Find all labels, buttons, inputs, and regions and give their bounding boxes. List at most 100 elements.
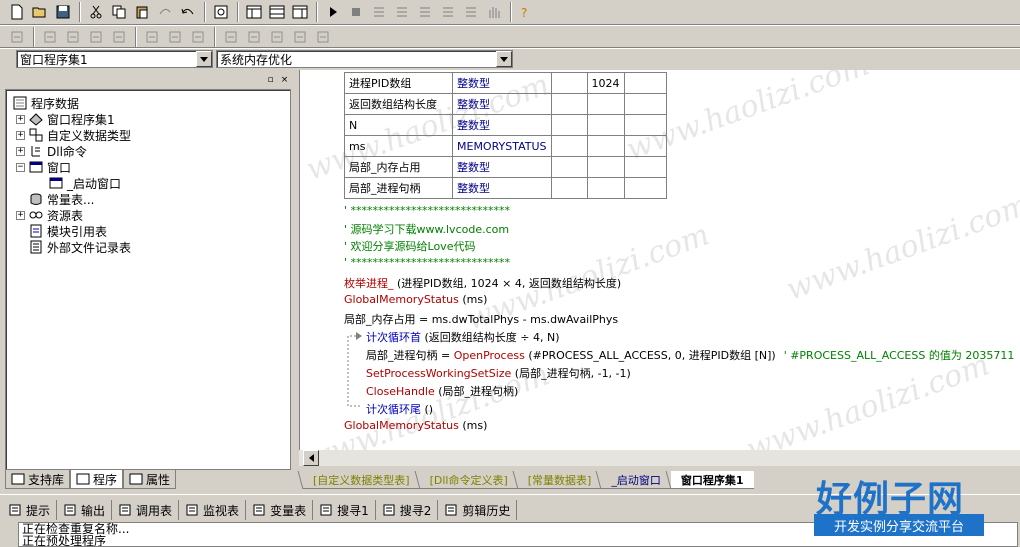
- code-line[interactable]: 局部_内存占用 = ms.dwTotalPhys - ms.dwAvailPhy…: [344, 311, 618, 327]
- var-cell[interactable]: 返回数组结构长度: [344, 93, 453, 115]
- var-row[interactable]: 进程PID数组 整数型 1024: [344, 72, 667, 94]
- var-cell[interactable]: 整数型: [452, 72, 552, 94]
- same-height-icon[interactable]: [187, 26, 209, 48]
- close-icon[interactable]: ×: [279, 75, 290, 86]
- code-comment[interactable]: ' 源码学习下载www.lvcode.com: [344, 221, 509, 237]
- expand-icon[interactable]: +: [16, 130, 25, 140]
- code-comment[interactable]: ' *****************************: [344, 256, 510, 269]
- var-cell[interactable]: MEMORYSTATUS: [452, 135, 552, 157]
- var-cell[interactable]: [586, 114, 625, 136]
- bottom-tab[interactable]: 输出: [57, 500, 113, 520]
- expand-icon[interactable]: +: [16, 210, 25, 220]
- var-cell[interactable]: [623, 93, 667, 115]
- local-var-table[interactable]: 进程PID数组 整数型 1024 返回数组结构长度 整数型 N 整数型 ms MEMORYSTA…: [344, 72, 667, 199]
- center-v-icon[interactable]: [266, 26, 288, 48]
- find-icon[interactable]: [210, 1, 232, 23]
- code-line[interactable]: CloseHandle (局部_进程句柄): [366, 383, 518, 399]
- var-cell[interactable]: [623, 156, 667, 178]
- tree-item[interactable]: _启动窗口: [48, 175, 121, 191]
- expand-icon[interactable]: +: [16, 114, 25, 124]
- same-width-icon[interactable]: [164, 26, 186, 48]
- var-cell[interactable]: [586, 177, 625, 199]
- code-line[interactable]: 枚举进程_ (进程PID数组, 1024 × 4, 返回数组结构长度): [344, 275, 621, 291]
- same-size-icon[interactable]: [220, 26, 242, 48]
- watch-icon[interactable]: [460, 1, 482, 23]
- var-cell[interactable]: [623, 135, 667, 157]
- layout2-icon[interactable]: [266, 1, 288, 23]
- center-h-icon[interactable]: [243, 26, 265, 48]
- var-cell[interactable]: N: [344, 114, 453, 136]
- tree-item[interactable]: + 资源表: [16, 207, 83, 223]
- var-row[interactable]: 局部_内存占用 整数型: [344, 156, 667, 178]
- var-cell[interactable]: [550, 177, 588, 199]
- var-row[interactable]: 局部_进程句柄 整数型: [344, 177, 667, 199]
- var-cell[interactable]: [623, 177, 667, 199]
- code-comment[interactable]: ' *****************************: [344, 204, 510, 217]
- bottom-tab[interactable]: 调用表: [112, 500, 180, 520]
- doc-tab[interactable]: [自定义数据类型表]: [303, 471, 420, 489]
- align-center-icon[interactable]: [39, 26, 61, 48]
- code-comment[interactable]: ' 欢迎分享源码给Love代码: [344, 238, 475, 254]
- doc-tab[interactable]: [Dll命令定义表]: [419, 471, 518, 489]
- bottom-tab[interactable]: 提示: [2, 500, 58, 520]
- step-into-icon[interactable]: [391, 1, 413, 23]
- redo-icon[interactable]: [154, 1, 176, 23]
- left-tab[interactable]: 支持库: [5, 470, 71, 489]
- doc-tab[interactable]: _启动窗口: [601, 471, 671, 489]
- chevron-down-icon[interactable]: [196, 51, 212, 67]
- code-line[interactable]: 计次循环首 (返回数组结构长度 ÷ 4, N): [366, 329, 560, 345]
- step-icon[interactable]: [368, 1, 390, 23]
- expand-icon[interactable]: −: [16, 162, 25, 172]
- new-file-icon[interactable]: [6, 1, 28, 23]
- tree-item[interactable]: 外部文件记录表: [28, 239, 131, 255]
- code-line[interactable]: 局部_进程句柄 = OpenProcess (#PROCESS_ALL_ACCE…: [366, 347, 1014, 363]
- var-cell[interactable]: [550, 72, 588, 94]
- var-row[interactable]: ms MEMORYSTATUS: [344, 135, 667, 157]
- code-line[interactable]: GlobalMemoryStatus (ms): [344, 419, 487, 432]
- chevron-down-icon[interactable]: [496, 51, 512, 67]
- var-cell[interactable]: 局部_进程句柄: [344, 177, 453, 199]
- stop-icon[interactable]: [345, 1, 367, 23]
- tree-root[interactable]: 程序数据: [12, 95, 79, 111]
- code-line[interactable]: GlobalMemoryStatus (ms): [344, 293, 487, 306]
- doc-tab[interactable]: [常量数据表]: [517, 471, 602, 489]
- code-line[interactable]: 计次循环尾 (): [366, 401, 433, 417]
- var-cell[interactable]: [623, 72, 667, 94]
- bottom-tab[interactable]: 变量表: [246, 500, 314, 520]
- code-editor[interactable]: www.haolizi.com www.haolizi.com www.haol…: [299, 70, 1020, 466]
- bottom-tab[interactable]: 剪辑历史: [438, 500, 518, 520]
- tree-item[interactable]: + 自定义数据类型: [16, 127, 131, 143]
- var-cell[interactable]: 整数型: [452, 93, 552, 115]
- tree-item[interactable]: 常量表...: [28, 191, 94, 207]
- align-bottom-icon[interactable]: [141, 26, 163, 48]
- var-cell[interactable]: 局部_内存占用: [344, 156, 453, 178]
- bottom-tab[interactable]: 搜寻1: [313, 500, 376, 520]
- save-icon[interactable]: [52, 1, 74, 23]
- step-out-icon[interactable]: [437, 1, 459, 23]
- restore-icon[interactable]: ▫: [265, 75, 276, 86]
- left-tab[interactable]: 属性: [123, 470, 177, 489]
- cut-icon[interactable]: [85, 1, 107, 23]
- scroll-left-icon[interactable]: [303, 450, 319, 466]
- align-right-icon[interactable]: [62, 26, 84, 48]
- var-cell[interactable]: [586, 135, 625, 157]
- code-line[interactable]: SetProcessWorkingSetSize (局部_进程句柄, -1, -…: [366, 365, 631, 381]
- var-cell[interactable]: 1024: [586, 72, 625, 94]
- copy-icon[interactable]: [108, 1, 130, 23]
- open-folder-icon[interactable]: [29, 1, 51, 23]
- bottom-tab[interactable]: 监视表: [179, 500, 247, 520]
- align-middle-icon[interactable]: [108, 26, 130, 48]
- step-over-icon[interactable]: [414, 1, 436, 23]
- space-v-icon[interactable]: [312, 26, 334, 48]
- expand-icon[interactable]: +: [16, 146, 25, 156]
- sub-combo[interactable]: 系统内存优化: [216, 50, 513, 68]
- var-cell[interactable]: 整数型: [452, 114, 552, 136]
- var-cell[interactable]: [586, 156, 625, 178]
- help-icon[interactable]: ?: [516, 1, 538, 23]
- var-cell[interactable]: 整数型: [452, 177, 552, 199]
- var-cell[interactable]: 整数型: [452, 156, 552, 178]
- left-tab[interactable]: 程序: [70, 470, 124, 489]
- var-cell[interactable]: 进程PID数组: [344, 72, 453, 94]
- horizontal-scrollbar[interactable]: [299, 450, 1020, 466]
- paste-icon[interactable]: [131, 1, 153, 23]
